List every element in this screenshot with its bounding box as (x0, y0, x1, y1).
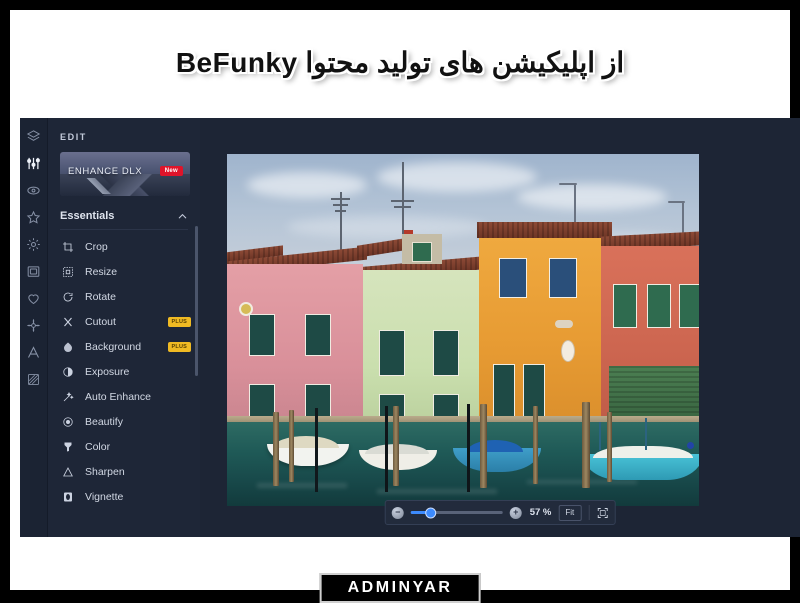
zoom-out-button[interactable]: − (391, 506, 404, 519)
background-icon (60, 341, 76, 353)
menu-item-label: Crop (85, 240, 108, 253)
edit-panel: EDIT ENHANCE DLX New Essentials Crop Resi… (48, 118, 200, 537)
menu-item-label: Resize (85, 265, 118, 278)
antenna-mast (340, 192, 342, 252)
menu-item-resize[interactable]: Resize (48, 259, 200, 284)
plus-badge: PLUS (167, 316, 191, 327)
menu-item-label: Vignette (85, 490, 124, 503)
toolbar-divider (588, 505, 590, 520)
color-icon (60, 441, 76, 453)
menu-item-color[interactable]: Color (48, 434, 200, 459)
mooring-pole (582, 402, 590, 488)
befunky-app-window: EDIT ENHANCE DLX New Essentials Crop Resi… (20, 118, 800, 537)
mooring-pole (533, 406, 538, 484)
panel-scrollbar[interactable] (195, 226, 198, 376)
promo-peak-art (68, 178, 128, 194)
menu-item-label: Cutout (85, 315, 116, 328)
photo-preview[interactable] (227, 154, 699, 506)
zoom-in-button[interactable]: + (509, 506, 522, 519)
menu-item-label: Sharpen (85, 465, 125, 478)
promo-title: ENHANCE DLX (68, 166, 143, 177)
cutout-icon (60, 316, 76, 328)
magic-wand-icon (60, 391, 76, 403)
layers-icon[interactable] (24, 126, 44, 146)
tool-rail[interactable] (20, 118, 48, 537)
mooring-pole (607, 412, 612, 482)
mooring-pole (393, 406, 399, 486)
menu-item-rotate[interactable]: Rotate (48, 284, 200, 309)
heart-icon[interactable] (24, 288, 44, 308)
essentials-menu[interactable]: Crop Resize Rotate Cutout PLUS Background PLUS… (48, 234, 200, 509)
menu-item-auto-enhance[interactable]: Auto Enhance (48, 384, 200, 409)
watermark-badge: ADMINYAR (319, 573, 481, 603)
mooring-pole (273, 412, 279, 486)
section-title: Essentials (60, 210, 115, 222)
star-icon[interactable] (24, 207, 44, 227)
vignette-icon (60, 491, 76, 503)
watermark-text: ADMINYAR (347, 579, 453, 596)
sharpen-icon (60, 466, 76, 478)
essentials-section-header[interactable]: Essentials (60, 210, 188, 230)
fit-button[interactable]: Fit (558, 504, 582, 521)
poster-page: از اپلیکیشن های تولید محتوا BeFunky EDIT… (0, 0, 800, 603)
panel-title: EDIT (60, 132, 87, 142)
mooring-pole (480, 404, 487, 488)
menu-item-label: Exposure (85, 365, 130, 378)
sliders-icon[interactable] (24, 153, 44, 173)
enhance-dlx-promo-banner[interactable]: ENHANCE DLX New (60, 152, 190, 196)
menu-item-label: Beautify (85, 415, 123, 428)
beautify-icon (60, 416, 76, 428)
page-title: از اپلیکیشن های تولید محتوا BeFunky (175, 47, 625, 78)
text-icon[interactable] (24, 342, 44, 362)
menu-item-cutout[interactable]: Cutout PLUS (48, 309, 200, 334)
menu-item-crop[interactable]: Crop (48, 234, 200, 259)
menu-item-beautify[interactable]: Beautify (48, 409, 200, 434)
zoom-slider[interactable] (410, 507, 503, 518)
zoom-toolbar[interactable]: − + 57 % Fit (384, 500, 616, 525)
menu-item-label: Rotate (85, 290, 116, 303)
gear-icon[interactable] (24, 234, 44, 254)
roof-orange (477, 222, 612, 238)
editor-canvas: − + 57 % Fit (200, 118, 800, 537)
house-pink (227, 264, 363, 432)
rotate-icon (60, 291, 76, 303)
chevron-up-icon[interactable] (177, 211, 188, 222)
zoom-slider-handle[interactable] (425, 507, 437, 518)
menu-item-label: Auto Enhance (85, 390, 151, 403)
menu-item-exposure[interactable]: Exposure (48, 359, 200, 384)
menu-item-sharpen[interactable]: Sharpen (48, 459, 200, 484)
menu-item-label: Color (85, 440, 111, 453)
exposure-icon (60, 366, 76, 378)
resize-icon (60, 266, 76, 278)
new-badge: New (159, 166, 183, 176)
menu-item-label: Background (85, 340, 142, 353)
frame-icon[interactable] (24, 261, 44, 281)
eye-icon[interactable] (24, 180, 44, 200)
crop-icon (60, 241, 76, 253)
mooring-pole (289, 410, 294, 482)
zoom-level-value: 57 % (529, 507, 552, 518)
texture-icon[interactable] (24, 369, 44, 389)
plus-badge: PLUS (167, 341, 191, 352)
menu-item-background[interactable]: Background PLUS (48, 334, 200, 359)
fullscreen-icon[interactable] (596, 507, 608, 519)
menu-item-vignette[interactable]: Vignette (48, 484, 200, 509)
flower-icon[interactable] (24, 315, 44, 335)
